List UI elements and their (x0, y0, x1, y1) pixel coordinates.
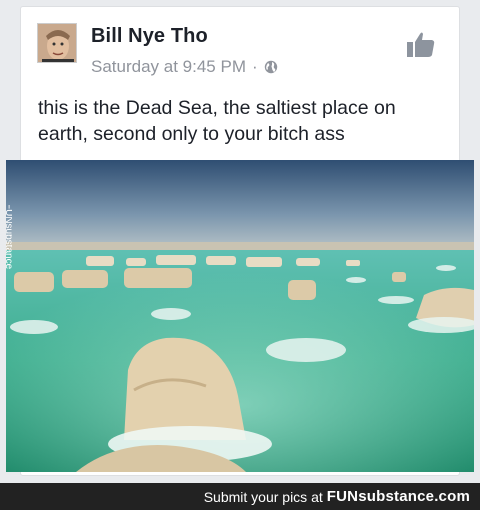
post-text: this is the Dead Sea, the saltiest place… (38, 97, 396, 145)
author-name[interactable]: Bill Nye Tho (91, 25, 208, 48)
footer-watermark: Submit your pics at FUNsubstance.com (204, 488, 470, 505)
post-meta: Saturday at 9:45 PM · (91, 57, 278, 77)
side-watermark: FUNsubstance (3, 205, 12, 270)
globe-icon[interactable] (264, 60, 278, 74)
footer-prefix: Submit your pics at (203, 488, 323, 505)
separator: · (251, 57, 258, 76)
avatar-image (38, 24, 76, 62)
avatar[interactable] (37, 23, 77, 63)
thumbs-up-icon[interactable] (405, 29, 437, 61)
timestamp[interactable]: Saturday at 9:45 PM (91, 57, 246, 77)
side-watermark-text: FUNsubstance (3, 205, 12, 270)
footer-watermark-bar: Submit your pics at FUNsubstance.com (0, 483, 480, 510)
post-photo[interactable] (6, 160, 474, 472)
dead-sea-photo (6, 160, 474, 472)
footer-brand: FUNsubstance.com (326, 488, 470, 505)
